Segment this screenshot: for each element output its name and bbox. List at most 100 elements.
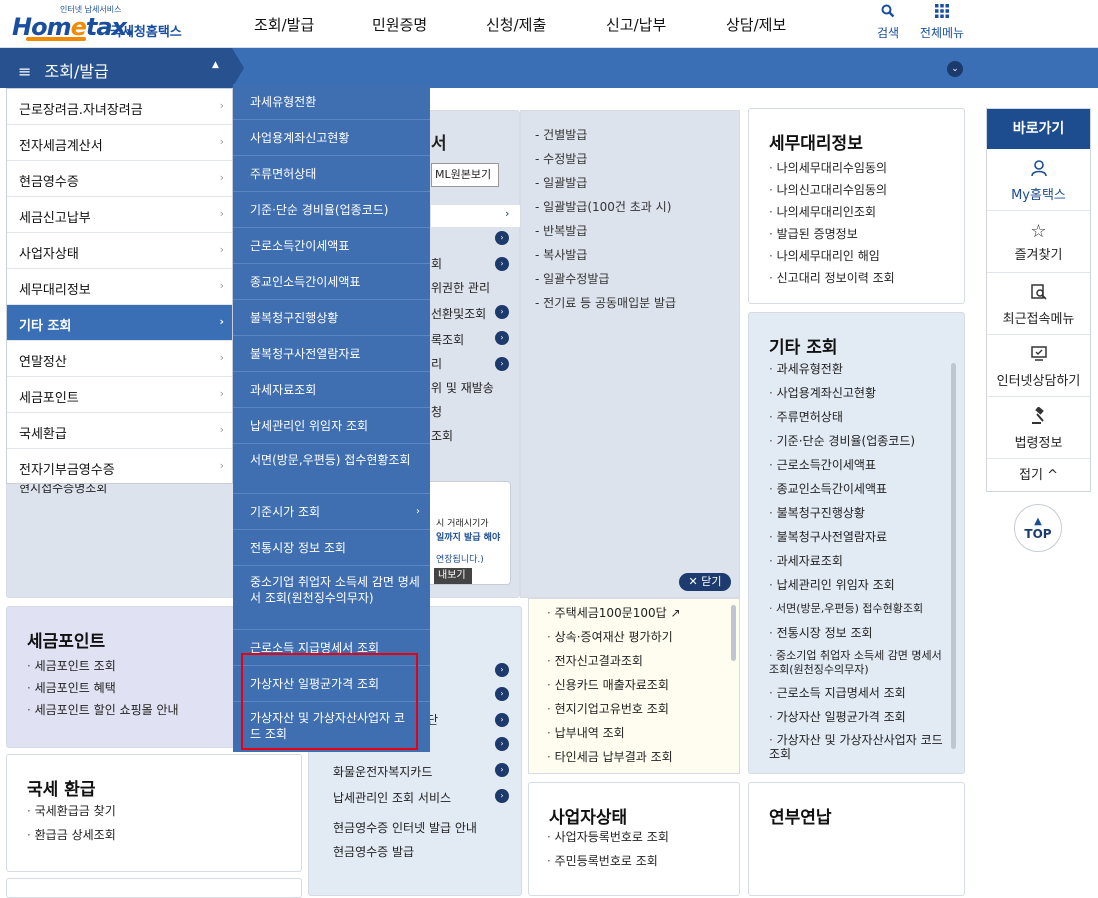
quick-link-item[interactable]: 신용카드 매출자료조회 <box>547 673 681 697</box>
submenu-item[interactable]: 종교인소득간이세액표 <box>233 264 430 300</box>
law-info-button[interactable]: 법령정보 <box>987 397 1090 459</box>
menu-item-refund[interactable]: 국세환급 › <box>7 413 232 449</box>
issue-item[interactable]: 일괄발급(100건 초과 시) <box>535 195 676 219</box>
recent-menu-button[interactable]: 최근접속메뉴 <box>987 273 1090 335</box>
other-item[interactable]: 종교인소득간이세액표 <box>769 477 955 501</box>
arrow-circle-icon[interactable]: › <box>495 357 509 371</box>
other-item[interactable]: 기준·단순 경비율(업종코드) <box>769 429 955 453</box>
arrow-circle-icon[interactable]: › <box>495 663 509 677</box>
other-item[interactable]: 근로소득간이세액표 <box>769 453 955 477</box>
quick-link-item[interactable]: 상속·증여재산 평가하기 <box>547 625 681 649</box>
submenu-item[interactable]: 과세유형전환 <box>233 84 430 120</box>
submenu-item[interactable]: 납세관리인 위임자 조회 <box>233 408 430 444</box>
gnb-lookup[interactable]: 조회/발급 <box>254 14 314 35</box>
quick-link-item[interactable]: 주택세금100문100답 ↗ <box>547 601 681 625</box>
issue-item[interactable]: 건별발급 <box>535 123 676 147</box>
submenu-item[interactable]: 전통시장 정보 조회 <box>233 530 430 566</box>
tax-agent-item[interactable]: 나의신고대리수임동의 <box>769 179 895 201</box>
submenu-item[interactable]: 불복청구진행상황 <box>233 300 430 336</box>
menu-item-donation-receipt[interactable]: 전자기부금영수증 › <box>7 449 232 485</box>
tax-agent-item[interactable]: 나의세무대리인조회 <box>769 201 895 223</box>
scroll-top-button[interactable]: ▲ TOP <box>1014 504 1062 552</box>
submenu-item[interactable]: 사업용계좌신고현황 <box>233 120 430 156</box>
quick-link-item[interactable]: 전자신고결과조회 <box>547 649 681 673</box>
submenu-item-standard-price[interactable]: 기준시가 조회 › <box>233 494 430 530</box>
biz-status-item[interactable]: 사업자등록번호로 조회 <box>547 825 669 849</box>
submenu-item[interactable]: 주류면허상태 <box>233 156 430 192</box>
middle-link[interactable]: 현금영수증 발급 <box>333 843 414 860</box>
xml-view-button[interactable]: ML원본보기 <box>431 163 499 187</box>
other-item[interactable]: 근로소득 지급명세서 조회 <box>769 681 955 705</box>
arrow-circle-icon[interactable]: › <box>495 713 509 727</box>
issue-item[interactable]: 일괄발급 <box>535 171 676 195</box>
menu-item-tax-payment[interactable]: 세금신고납부 › <box>7 197 232 233</box>
gnb-certificate[interactable]: 민원증명 <box>372 14 427 35</box>
menu-item-childcare-credit[interactable]: 근로장려금.자녀장려금 › <box>7 89 232 125</box>
scrollbar[interactable] <box>951 363 956 749</box>
arrow-circle-icon[interactable]: › <box>495 305 509 319</box>
other-item[interactable]: 납세관리인 위임자 조회 <box>769 573 955 597</box>
other-item[interactable]: 과세유형전환 <box>769 357 955 381</box>
menu-item-cash-receipt[interactable]: 현금영수증 › <box>7 161 232 197</box>
gnb-apply[interactable]: 신청/제출 <box>486 14 546 35</box>
menu-item-business-status[interactable]: 사업자상태 › <box>7 233 232 269</box>
refund-item[interactable]: 환급금 상세조회 <box>27 823 116 847</box>
tax-point-item[interactable]: 세금포인트 할인 쇼핑몰 안내 <box>27 699 179 721</box>
refund-item[interactable]: 국세환급금 찾기 <box>27 799 116 823</box>
submenu-item[interactable]: 기준·단순 경비율(업종코드) <box>233 192 430 228</box>
online-consult-button[interactable]: 인터넷상담하기 <box>987 335 1090 397</box>
close-button[interactable]: ✕ 닫기 <box>679 573 731 591</box>
biz-status-item[interactable]: 주민등록번호로 조회 <box>547 849 669 873</box>
menu-item-year-end[interactable]: 연말정산 › <box>7 341 232 377</box>
scrollbar[interactable] <box>731 605 736 661</box>
fold-button[interactable]: 접기 ^ <box>987 461 1090 491</box>
issue-item[interactable]: 일괄수정발급 <box>535 267 676 291</box>
issue-item[interactable]: 수정발급 <box>535 147 676 171</box>
arrow-circle-icon[interactable]: › <box>495 331 509 345</box>
tax-agent-item[interactable]: 발급된 증명정보 <box>769 223 895 245</box>
issue-item[interactable]: 복사발급 <box>535 243 676 267</box>
tax-point-item[interactable]: 세금포인트 혜택 <box>27 677 179 699</box>
breadcrumb-dropdown-icon[interactable]: ⌄ <box>947 61 963 77</box>
arrow-circle-icon[interactable]: › <box>495 737 509 751</box>
quick-link-item[interactable]: 납부내역 조회 <box>547 721 681 745</box>
quick-link-item[interactable]: 타인세금 납부결과 조회 <box>547 745 681 769</box>
menu-item-tax-agent[interactable]: 세무대리정보 › <box>7 269 232 305</box>
arrow-circle-icon[interactable]: › <box>495 763 509 777</box>
promo-banner[interactable]: 시 거래시기가 일까지 발급 해야 연장됩니다.) 내보기 <box>425 481 511 585</box>
other-item[interactable]: 중소기업 취업자 소득세 감면 명세서 조회(원천징수의무자) <box>769 645 955 681</box>
menu-item-other-lookup[interactable]: 기타 조회 › <box>7 305 232 341</box>
other-item[interactable]: 불복청구진행상황 <box>769 501 955 525</box>
gnb-consult[interactable]: 상담/제보 <box>726 14 786 35</box>
hometax-logo[interactable]: 인터넷 납세서비스 Hometax. 국세청홈택스 <box>8 4 193 44</box>
tax-agent-item[interactable]: 신고대리 정보이력 조회 <box>769 267 895 289</box>
search-button[interactable]: 검색 <box>874 4 902 41</box>
tax-agent-item[interactable]: 나의세무대리수임동의 <box>769 157 895 179</box>
middle-link[interactable]: 현금영수증 인터넷 발급 안내 <box>333 819 477 836</box>
category-toggle[interactable]: ≡ 조회/발급 ▲ <box>0 48 232 88</box>
my-hometax-button[interactable]: My홈택스 <box>987 149 1090 211</box>
submenu-item[interactable]: 과세자료조회 <box>233 372 430 408</box>
other-item[interactable]: 불복청구사전열람자료 <box>769 525 955 549</box>
favorites-button[interactable]: ☆ 즐겨찾기 <box>987 211 1090 273</box>
issue-item[interactable]: 반복발급 <box>535 219 676 243</box>
other-item[interactable]: 가상자산 일평균가격 조회 <box>769 705 955 729</box>
arrow-circle-icon[interactable]: › <box>495 231 509 245</box>
submenu-item[interactable]: 불복청구사전열람자료 <box>233 336 430 372</box>
other-item[interactable]: 서면(방문,우편등) 접수현황조회 <box>769 597 955 621</box>
arrow-circle-icon[interactable]: › <box>495 687 509 701</box>
arrow-circle-icon[interactable]: › <box>495 257 509 271</box>
middle-item[interactable]: 화물운전자복지카드 <box>333 763 432 780</box>
promo-view-button[interactable]: 내보기 <box>434 568 472 584</box>
submenu-item[interactable]: 서면(방문,우편등) 접수현황조회 <box>233 444 430 494</box>
menu-item-e-tax-invoice[interactable]: 전자세금계산서 › <box>7 125 232 161</box>
middle-item[interactable]: 납세관리인 조회 서비스 <box>333 789 451 806</box>
other-item[interactable]: 주류면허상태 <box>769 405 955 429</box>
all-menu-button[interactable]: 전체메뉴 <box>916 4 968 41</box>
tax-point-item[interactable]: 세금포인트 조회 <box>27 655 179 677</box>
issue-item[interactable]: 전기료 등 공동매입분 발급 <box>535 291 676 315</box>
other-item[interactable]: 전통시장 정보 조회 <box>769 621 955 645</box>
submenu-item[interactable]: 근로소득간이세액표 <box>233 228 430 264</box>
arrow-circle-icon[interactable]: › <box>495 789 509 803</box>
tax-agent-item[interactable]: 나의세무대리인 해임 <box>769 245 895 267</box>
